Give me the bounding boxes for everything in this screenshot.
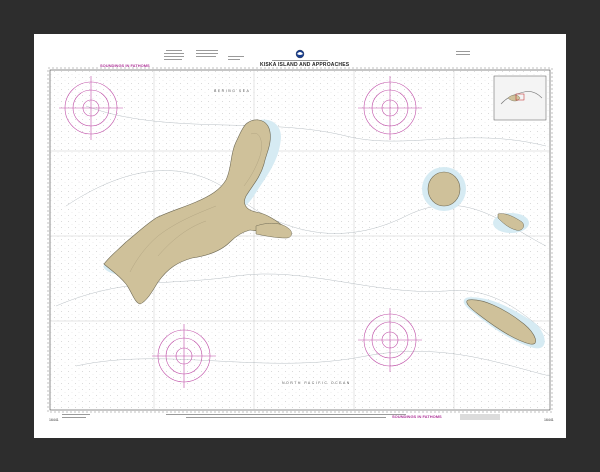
header-notes: [164, 50, 470, 61]
sea-label: BERING SEA: [214, 89, 251, 93]
little-kiska-island: [427, 171, 461, 207]
ocean-label: NORTH PACIFIC OCEAN: [282, 381, 351, 385]
chart-number-left: 16441: [49, 418, 59, 422]
chart-graphic: [47, 49, 553, 420]
noaa-logo: [295, 49, 305, 59]
chart-title: KISKA ISLAND AND APPROACHES: [260, 62, 350, 68]
chart-number-right: 16441: [544, 418, 554, 422]
soundings-label-bottom: SOUNDINGS IN FATHOMS: [392, 414, 442, 419]
nautical-chart: SOUNDINGS IN FATHOMS KISKA ISLAND AND AP…: [46, 46, 554, 426]
inset-map: [493, 75, 547, 121]
soundings-label-top: SOUNDINGS IN FATHOMS: [100, 63, 150, 68]
soundings-field: [50, 70, 550, 410]
